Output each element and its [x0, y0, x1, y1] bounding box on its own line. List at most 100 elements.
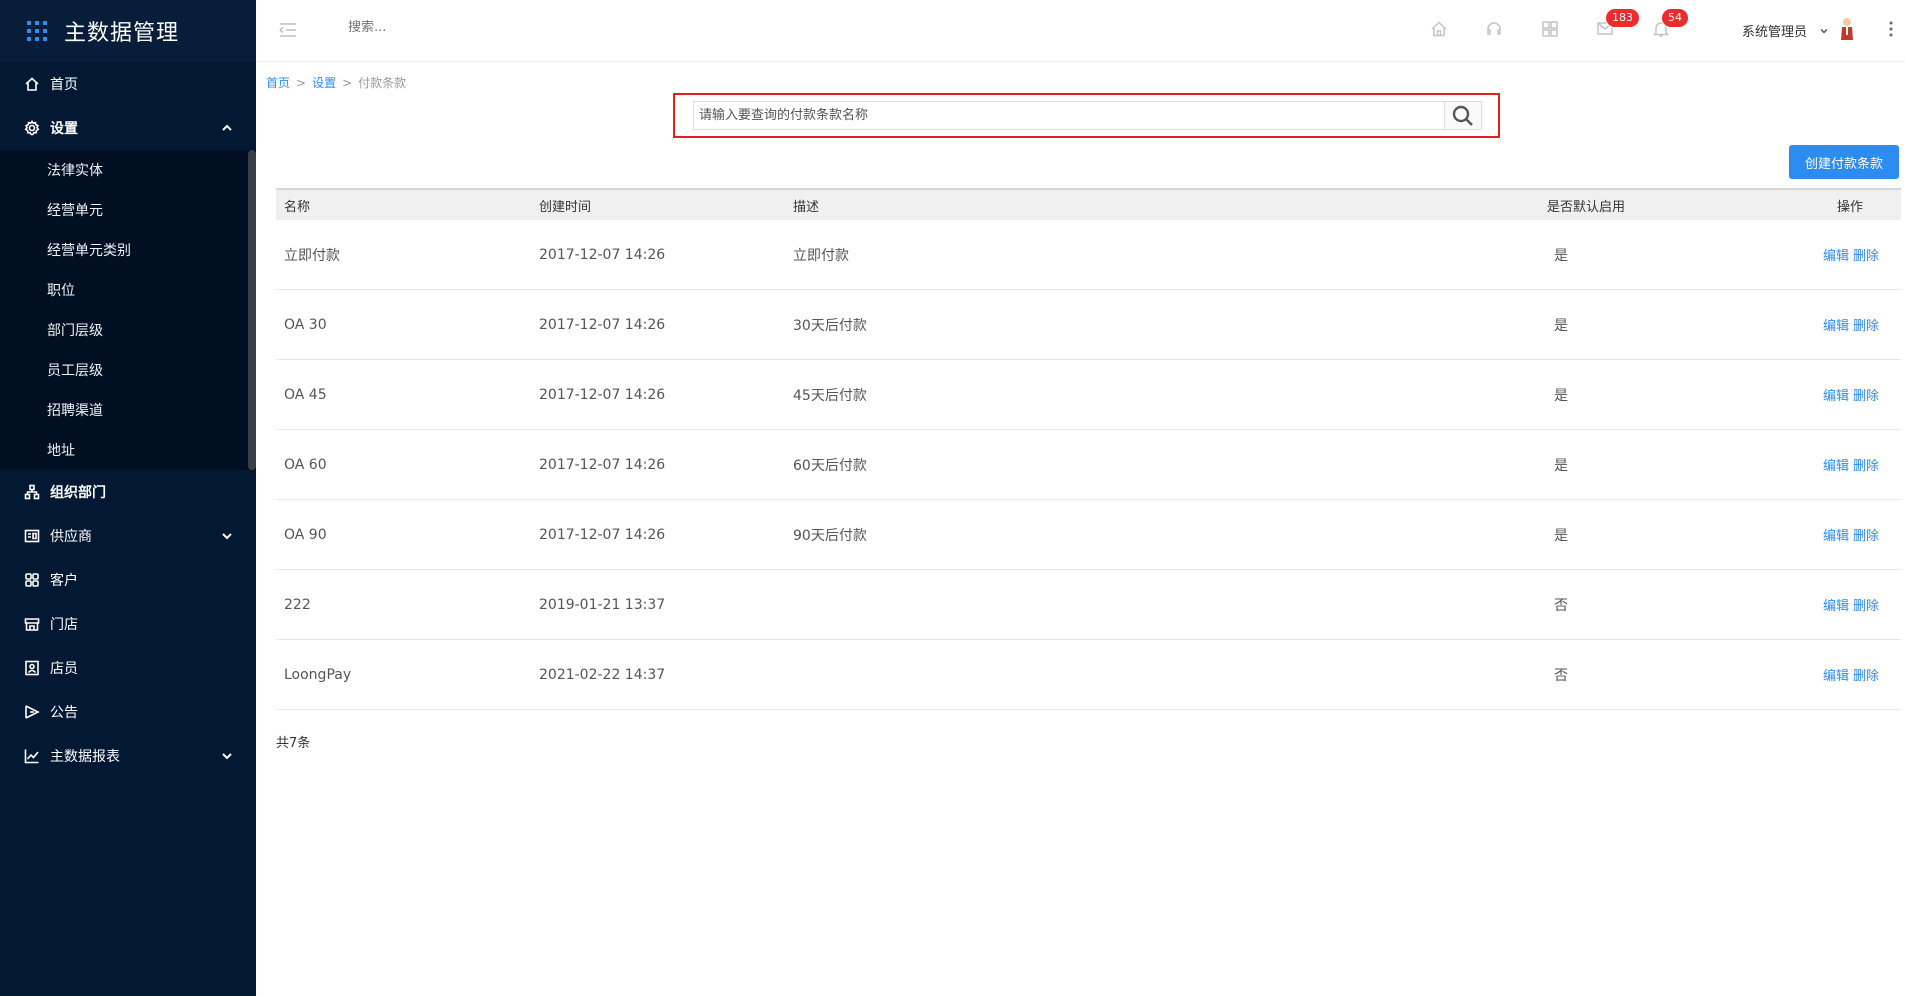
- search-icon: [1452, 105, 1473, 126]
- edit-link[interactable]: 编辑: [1823, 249, 1849, 264]
- breadcrumb-settings[interactable]: 设置: [312, 76, 336, 90]
- menu-toggle-icon[interactable]: [278, 20, 298, 40]
- sidebar-item-label: 公告: [50, 705, 78, 721]
- sidebar-subitem-employee-level[interactable]: 员工层级: [0, 350, 256, 390]
- delete-link[interactable]: 删除: [1853, 459, 1879, 474]
- delete-link[interactable]: 删除: [1853, 249, 1879, 264]
- edit-link[interactable]: 编辑: [1823, 669, 1849, 684]
- cell-default: 是: [1554, 247, 1568, 264]
- cell-name: 立即付款: [284, 247, 340, 264]
- column-header-description: 描述: [793, 199, 820, 215]
- brand[interactable]: 主数据管理: [0, 0, 256, 62]
- gear-icon: [24, 120, 40, 136]
- user-name[interactable]: 系统管理员: [1742, 21, 1807, 40]
- sidebar-subitem-recruit-channel[interactable]: 招聘渠道: [0, 390, 256, 430]
- sidebar-item-customer[interactable]: 客户: [0, 558, 256, 602]
- home-icon[interactable]: [1429, 19, 1449, 39]
- cell-actions: 编辑 删除: [1769, 665, 1901, 684]
- top-header: 183 54 系统管理员: [256, 0, 1905, 62]
- edit-link[interactable]: 编辑: [1823, 459, 1849, 474]
- sidebar-subitem-address[interactable]: 地址: [0, 430, 256, 470]
- cell-actions: 编辑 删除: [1769, 595, 1901, 614]
- sidebar-item-clerk[interactable]: 店员: [0, 646, 256, 690]
- edit-link[interactable]: 编辑: [1823, 599, 1849, 614]
- customer-icon: [24, 572, 40, 588]
- cell-actions: 编辑 删除: [1769, 455, 1901, 474]
- sidebar-subitem-department-level[interactable]: 部门层级: [0, 310, 256, 350]
- cell-name: OA 45: [284, 386, 327, 403]
- notification-count-badge: 54: [1661, 8, 1689, 28]
- app-title: 主数据管理: [64, 21, 180, 46]
- payment-terms-table: 名称 创建时间 描述 是否默认启用 操作 立即付款 2017-12-07 14:2…: [276, 188, 1901, 710]
- line-chart-icon: [24, 748, 40, 764]
- avatar[interactable]: [1839, 17, 1855, 41]
- total-count: 共7条: [276, 736, 311, 751]
- table-body: 立即付款 2017-12-07 14:26 立即付款是编辑 删除 OA 30 2017-1…: [276, 220, 1901, 710]
- search-button[interactable]: [1444, 102, 1481, 129]
- sidebar-scrollbar[interactable]: [248, 150, 256, 470]
- sidebar-item-label: 首页: [50, 77, 78, 93]
- sidebar-item-supplier[interactable]: 供应商: [0, 514, 256, 558]
- sidebar-subitem-business-unit-type[interactable]: 经营单元类别: [0, 230, 256, 270]
- headset-icon[interactable]: [1484, 19, 1504, 39]
- sidebar-item-home[interactable]: 首页: [0, 62, 256, 106]
- cell-actions: 编辑 删除: [1769, 245, 1901, 264]
- column-header-created: 创建时间: [539, 199, 592, 215]
- chevron-down-icon[interactable]: [1819, 24, 1829, 34]
- breadcrumb-current: 付款条款: [358, 76, 407, 90]
- sidebar-item-label: 设置: [50, 121, 78, 137]
- cell-default: 否: [1554, 597, 1568, 614]
- sidebar-subitem-legal-entity[interactable]: 法律实体: [0, 150, 256, 190]
- cell-created: 2021-02-22 14:37: [539, 666, 666, 683]
- chevron-down-icon: [220, 529, 234, 543]
- cell-name: OA 60: [284, 456, 327, 473]
- delete-link[interactable]: 删除: [1853, 599, 1879, 614]
- cell-name: OA 90: [284, 526, 327, 543]
- sidebar-item-settings[interactable]: 设置: [0, 106, 256, 150]
- breadcrumb-home[interactable]: 首页: [266, 76, 290, 90]
- cell-description: 立即付款: [793, 247, 849, 264]
- cell-actions: 编辑 删除: [1769, 385, 1901, 404]
- table-row: 立即付款 2017-12-07 14:26 立即付款 是 编辑 删除: [276, 220, 1901, 290]
- sidebar-subitem-position[interactable]: 职位: [0, 270, 256, 310]
- delete-link[interactable]: 删除: [1853, 529, 1879, 544]
- sidebar-item-notice[interactable]: 公告: [0, 690, 256, 734]
- sidebar: 主数据管理 首页 设置 法律实体 经营单元 经营单元类别 职位 部门层级 员工层…: [0, 0, 256, 996]
- breadcrumb: 首页 > 设置 > 付款条款: [266, 74, 406, 91]
- sidebar-item-reports[interactable]: 主数据报表: [0, 734, 256, 778]
- table-header: 名称 创建时间 描述 是否默认启用 操作: [276, 188, 1901, 220]
- delete-link[interactable]: 删除: [1853, 389, 1879, 404]
- sidebar-item-label: 组织部门: [50, 485, 106, 501]
- chevron-down-icon: [220, 749, 234, 763]
- sidebar-item-store[interactable]: 门店: [0, 602, 256, 646]
- cell-name: LoongPay: [284, 666, 352, 683]
- table-row: OA 45 2017-12-07 14:26 45天后付款 是 编辑 删除: [276, 360, 1901, 430]
- message-icon[interactable]: 183: [1595, 8, 1640, 39]
- edit-link[interactable]: 编辑: [1823, 529, 1849, 544]
- payment-term-search: [693, 101, 1482, 130]
- cell-default: 否: [1554, 667, 1568, 684]
- bell-icon[interactable]: 54: [1651, 8, 1689, 39]
- chevron-up-icon: [220, 121, 234, 135]
- table-row: OA 90 2017-12-07 14:26 90天后付款 是 编辑 删除: [276, 500, 1901, 570]
- payment-term-search-input[interactable]: [694, 102, 1446, 129]
- sidebar-subitem-business-unit[interactable]: 经营单元: [0, 190, 256, 230]
- global-search-input[interactable]: [348, 20, 508, 35]
- edit-link[interactable]: 编辑: [1823, 319, 1849, 334]
- highlighted-search-area: [673, 93, 1500, 138]
- delete-link[interactable]: 删除: [1853, 669, 1879, 684]
- cell-description: 30天后付款: [793, 317, 867, 334]
- cell-created: 2017-12-07 14:26: [539, 316, 666, 333]
- sidebar-item-label: 门店: [50, 617, 78, 633]
- create-payment-term-button[interactable]: 创建付款条款: [1789, 145, 1899, 179]
- apps-grid-icon[interactable]: [1540, 19, 1560, 39]
- cell-default: 是: [1554, 387, 1568, 404]
- edit-link[interactable]: 编辑: [1823, 389, 1849, 404]
- sidebar-item-org[interactable]: 组织部门: [0, 470, 256, 514]
- cell-name: OA 30: [284, 316, 327, 333]
- more-vertical-icon[interactable]: [1888, 20, 1894, 38]
- store-icon: [24, 616, 40, 632]
- cell-created: 2017-12-07 14:26: [539, 386, 666, 403]
- cell-created: 2017-12-07 14:26: [539, 526, 666, 543]
- delete-link[interactable]: 删除: [1853, 319, 1879, 334]
